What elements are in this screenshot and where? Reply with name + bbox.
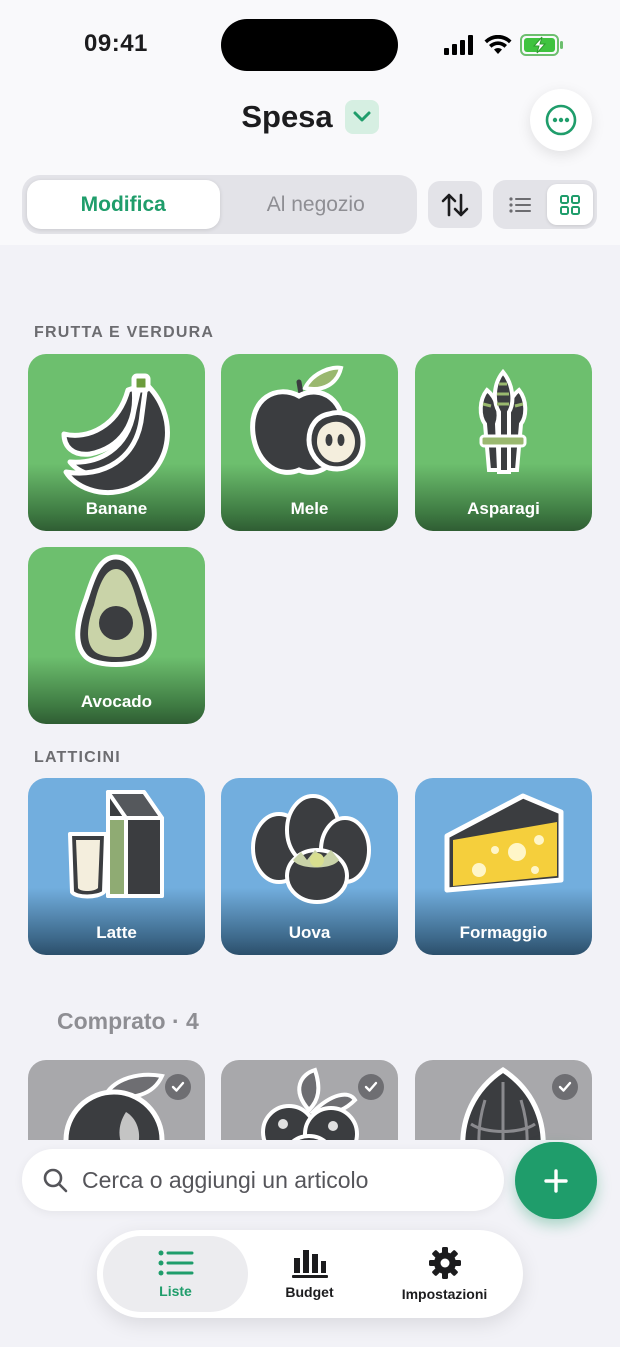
ellipsis-circle-icon [545, 104, 577, 136]
item-tile-avocado[interactable]: Avocado [28, 547, 205, 724]
item-tile-asparagi[interactable]: Asparagi [415, 354, 592, 531]
tab-impostazioni[interactable]: Impostazioni [377, 1236, 512, 1312]
item-label: Avocado [80, 692, 153, 711]
battery-charging-icon [520, 34, 563, 56]
tab-al-negozio[interactable]: Al negozio [220, 180, 413, 229]
grid-view-button[interactable] [547, 184, 593, 225]
tab-label: Liste [159, 1283, 192, 1299]
list-switcher-button[interactable] [344, 100, 379, 134]
cellular-signal-icon [444, 35, 473, 55]
checkmark-icon [552, 1074, 578, 1100]
more-options-button[interactable] [530, 89, 592, 151]
status-time: 09:41 [84, 30, 148, 57]
sort-button[interactable] [428, 181, 482, 228]
item-tile-formaggio[interactable]: Formaggio [415, 778, 592, 955]
bought-section-title: Comprato · 4 [57, 1008, 199, 1034]
bar-chart-icon [291, 1250, 328, 1278]
grid-icon [560, 194, 580, 215]
item-label: Asparagi [467, 499, 540, 518]
tab-liste[interactable]: Liste [103, 1236, 248, 1312]
item-tile-mele[interactable]: Mele [221, 354, 398, 531]
checkmark-icon [358, 1074, 384, 1100]
chevron-down-icon [353, 111, 371, 122]
search-icon [43, 1168, 68, 1193]
wifi-icon [484, 35, 512, 54]
search-placeholder: Cerca o aggiungi un articolo [82, 1166, 369, 1193]
add-item-button[interactable] [515, 1142, 597, 1219]
plus-icon [544, 1168, 568, 1193]
item-tile-banane[interactable]: Banane [28, 354, 205, 531]
title-area: Spesa [0, 99, 620, 135]
item-label: Formaggio [459, 923, 548, 942]
item-label: Banane [85, 499, 148, 518]
search-input[interactable]: Cerca o aggiungi un articolo [22, 1149, 504, 1211]
item-tile-uova[interactable]: Uova [221, 778, 398, 955]
section-title-produce: FRUTTA E VERDURA [34, 324, 215, 341]
dynamic-island [221, 19, 398, 71]
tab-modifica[interactable]: Modifica [27, 180, 220, 229]
status-icons [444, 34, 564, 56]
view-mode-toggle [493, 180, 597, 229]
tab-label: Impostazioni [401, 1286, 488, 1302]
item-label: Uova [288, 923, 331, 942]
item-label: Mele [290, 499, 329, 518]
list-icon [158, 1250, 193, 1276]
list-icon [509, 196, 531, 213]
tab-label: Budget [285, 1284, 334, 1300]
item-label: Latte [96, 923, 137, 942]
list-title: Spesa [241, 99, 333, 134]
list-view-button[interactable] [497, 184, 543, 225]
tab-budget[interactable]: Budget [252, 1236, 367, 1312]
checkmark-icon [165, 1074, 191, 1100]
section-title-dairy: LATTICINI [34, 749, 121, 766]
mode-segmented-control: Modifica Al negozio [22, 175, 417, 234]
tab-bar: Liste Budget Impostazioni [97, 1230, 523, 1318]
item-tile-latte[interactable]: Latte [28, 778, 205, 955]
gear-icon [428, 1247, 461, 1279]
sort-arrows-icon [441, 193, 469, 216]
